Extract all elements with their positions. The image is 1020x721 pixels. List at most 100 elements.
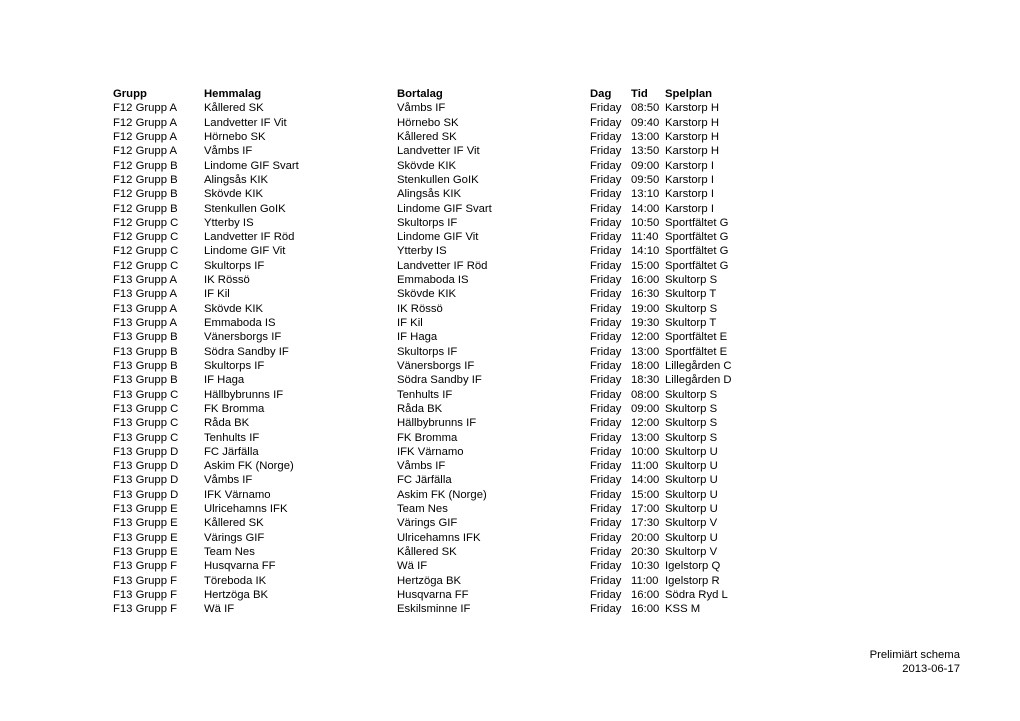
table-row: F13 Grupp D Askim FK (Norge) Våmbs IF Frida… [113, 459, 785, 473]
cell-tid: 09:40 [631, 116, 660, 129]
cell-hemmalag: Ulricehamns IFK [204, 503, 288, 516]
cell-spelplan: Skultorp U [665, 488, 718, 501]
cell-hemmalag: Vänersborgs IF [204, 331, 282, 344]
cell-spelplan: Sportfältet E [665, 345, 728, 358]
cell-hemmalag: Råda BK [204, 417, 250, 430]
cell-hemmalag: IFK Värnamo [204, 488, 271, 501]
cell-tid: 12:00 [631, 417, 660, 430]
cell-spelplan: Sportfältet G [665, 231, 729, 244]
cell-tid: 16:00 [631, 603, 660, 616]
cell-grupp: F12 Grupp C [113, 231, 179, 244]
cell-dag: Friday [590, 331, 622, 344]
cell-spelplan: Skultorp U [665, 460, 718, 473]
column-header-hemmalag: Hemmalag [204, 88, 262, 100]
cell-spelplan: Lillegården D [665, 374, 732, 387]
table-body: F12 Grupp A Kållered SK Våmbs IF Friday 08:5… [113, 101, 785, 616]
cell-grupp: F12 Grupp B [113, 173, 178, 186]
table-row: F13 Grupp B IF Haga Södra Sandby IF Friday 1… [113, 373, 785, 387]
cell-tid: 09:00 [631, 159, 660, 172]
cell-spelplan: Skultorp U [665, 474, 718, 487]
cell-dag: Friday [590, 130, 622, 143]
cell-bortalag: Husqvarna FF [397, 588, 469, 601]
table-row: F13 Grupp C Tenhults IF FK Bromma Friday 13:… [113, 431, 785, 445]
table-row: F13 Grupp F Töreboda IK Hertzöga BK Friday 1… [113, 574, 785, 588]
cell-hemmalag: IK Rössö [204, 274, 250, 287]
column-header-tid: Tid [631, 88, 648, 100]
cell-hemmalag: Tenhults IF [204, 431, 260, 444]
table-row: F13 Grupp A Skövde KIK IK Rössö Friday 19:00… [113, 302, 785, 316]
cell-bortalag: Råda BK [397, 402, 443, 415]
cell-grupp: F13 Grupp E [113, 546, 178, 558]
cell-spelplan: Karstorp I [665, 173, 714, 186]
cell-spelplan: Skultorp S [665, 431, 718, 444]
cell-bortalag: IK Rössö [397, 302, 443, 315]
cell-dag: Friday [590, 517, 622, 530]
cell-dag: Friday [590, 388, 622, 401]
table-row: F13 Grupp A IK Rössö Emmaboda IS Friday 16:0… [113, 273, 785, 287]
cell-bortalag: Team Nes [397, 503, 448, 516]
cell-dag: Friday [590, 145, 622, 158]
cell-hemmalag: Skövde KIK [204, 302, 264, 315]
document-page: Grupp Hemmalag Bortalag Dag Tid Spelplan… [0, 0, 1020, 721]
cell-bortalag: Södra Sandby IF [397, 374, 482, 387]
cell-tid: 16:30 [631, 288, 660, 301]
cell-dag: Friday [590, 431, 622, 444]
cell-dag: Friday [590, 202, 622, 215]
cell-grupp: F13 Grupp A [113, 302, 178, 315]
cell-bortalag: Landvetter IF Röd [397, 259, 488, 272]
cell-bortalag: Hällbybrunns IF [397, 417, 477, 430]
table-row: F13 Grupp C Hällbybrunns IF Tenhults IF Fri… [113, 388, 785, 402]
cell-tid: 15:00 [631, 488, 660, 501]
cell-dag: Friday [590, 546, 622, 558]
column-header-grupp: Grupp [113, 88, 147, 100]
table-row: F12 Grupp B Alingsås KIK Stenkullen GoIK Fr… [113, 173, 785, 187]
cell-hemmalag: Wä IF [204, 603, 235, 616]
match-schedule-table: Grupp Hemmalag Bortalag Dag Tid Spelplan… [113, 87, 785, 617]
footer-date: 2013-06-17 [902, 663, 960, 676]
footer-title: Prelimiärt schema [869, 649, 960, 661]
cell-grupp: F13 Grupp D [113, 445, 179, 458]
table-row: F12 Grupp B Stenkullen GoIK Lindome GIF Sv… [113, 202, 785, 216]
cell-grupp: F13 Grupp B [113, 359, 178, 372]
cell-bortalag: Skultorps IF [397, 216, 458, 229]
cell-grupp: F13 Grupp D [113, 474, 179, 487]
table-row: F12 Grupp A Hörnebo SK Kållered SK Friday 13… [113, 130, 785, 144]
cell-hemmalag: Hertzöga BK [204, 588, 269, 601]
cell-spelplan: Skultorp T [665, 288, 717, 301]
cell-hemmalag: Hällbybrunns IF [204, 388, 284, 401]
cell-dag: Friday [590, 288, 622, 301]
table-row: F13 Grupp D FC Järfälla IFK Värnamo Friday 1… [113, 445, 785, 459]
table-row: F12 Grupp A Kållered SK Våmbs IF Friday 08:5… [113, 101, 785, 115]
table-row: F13 Grupp B Vänersborgs IF IF Haga Friday 12… [113, 330, 785, 344]
cell-hemmalag: Hörnebo SK [204, 130, 266, 143]
cell-bortalag: Våmbs IF [397, 460, 446, 473]
cell-spelplan: Sportfältet E [665, 331, 728, 344]
cell-spelplan: Skultorp S [665, 402, 718, 415]
table-row: F12 Grupp B Lindome GIF Svart Skövde KIK Fr… [113, 159, 785, 173]
table-row: F13 Grupp B Skultorps IF Vänersborgs IF Fri… [113, 359, 785, 373]
cell-hemmalag: Emmaboda IS [204, 317, 276, 329]
cell-dag: Friday [590, 474, 622, 487]
document-footer: Prelimiärt schema 2013-06-17 [870, 648, 960, 677]
cell-hemmalag: Alingsås KIK [204, 173, 269, 186]
cell-bortalag: Lindome GIF Vit [397, 231, 479, 244]
cell-dag: Friday [590, 245, 622, 258]
cell-grupp: F12 Grupp C [113, 259, 179, 272]
cell-tid: 13:50 [631, 145, 660, 158]
cell-grupp: F13 Grupp F [113, 588, 178, 601]
cell-dag: Friday [590, 603, 622, 616]
cell-tid: 11:00 [631, 574, 659, 587]
table-row: F13 Grupp A IF Kil Skövde KIK Friday 16:30 Sk… [113, 287, 785, 301]
cell-tid: 09:00 [631, 402, 660, 415]
cell-hemmalag: Landvetter IF Vit [204, 116, 287, 129]
cell-dag: Friday [590, 445, 622, 458]
cell-tid: 14:10 [631, 245, 660, 258]
cell-bortalag: Wä IF [397, 560, 428, 573]
cell-hemmalag: Våmbs IF [204, 474, 253, 487]
cell-dag: Friday [590, 116, 622, 129]
cell-bortalag: Ytterby IS [397, 245, 447, 258]
cell-tid: 09:50 [631, 173, 660, 186]
cell-tid: 13:00 [631, 431, 660, 444]
cell-grupp: F12 Grupp A [113, 130, 178, 143]
cell-grupp: F13 Grupp F [113, 603, 178, 616]
